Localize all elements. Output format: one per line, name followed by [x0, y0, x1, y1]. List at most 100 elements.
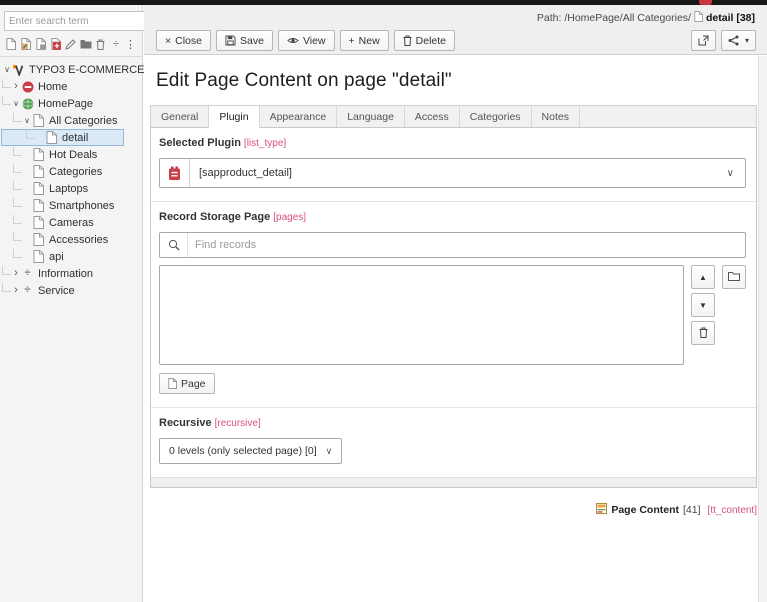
- new-mountpoint-page-icon[interactable]: [35, 37, 47, 51]
- open-in-new-window-icon: [698, 35, 709, 46]
- tree-toolbar: ÷ ⋮: [0, 33, 142, 57]
- tab-notes[interactable]: Notes: [532, 106, 580, 127]
- selected-plugin-value: [sapproduct_detail]: [190, 167, 716, 179]
- selected-plugin-select[interactable]: [sapproduct_detail] ∨: [159, 158, 746, 188]
- field-code: [pages]: [273, 212, 306, 223]
- tree-node-label: Laptops: [49, 183, 88, 195]
- tree-node-label: Smartphones: [49, 200, 114, 212]
- new-restricted-page-icon[interactable]: [50, 37, 62, 51]
- tree-node-information[interactable]: › ÷ Information: [0, 265, 124, 282]
- view-button[interactable]: View: [278, 30, 335, 51]
- tree-node-service[interactable]: › ÷ Service: [0, 282, 124, 299]
- tree-connector: [13, 215, 22, 224]
- content-element-icon: [596, 503, 607, 517]
- chevron-down-icon[interactable]: ∨: [22, 117, 32, 125]
- tree-node-laptops[interactable]: Laptops: [0, 180, 124, 197]
- tree-node-api[interactable]: api: [0, 248, 124, 265]
- page-icon: [32, 199, 45, 212]
- tree-connector: [13, 198, 22, 207]
- tab-language[interactable]: Language: [337, 106, 405, 127]
- tab-plugin[interactable]: Plugin: [209, 106, 259, 128]
- save-icon: [225, 35, 236, 46]
- move-down-button[interactable]: ▼: [691, 293, 715, 317]
- tab-access[interactable]: Access: [405, 106, 460, 127]
- chevron-down-icon: ∨: [716, 168, 745, 179]
- arrow-up-icon: ▲: [699, 273, 707, 282]
- new-button[interactable]: + New: [340, 30, 389, 51]
- add-page-button[interactable]: Page: [159, 373, 215, 394]
- tree-node-cameras[interactable]: Cameras: [0, 214, 124, 231]
- field-code: [list_type]: [244, 138, 286, 149]
- tree-node-label: Information: [38, 268, 93, 280]
- open-in-new-window-button[interactable]: [691, 30, 716, 51]
- tree-node-categories[interactable]: Categories: [0, 163, 124, 180]
- share-button[interactable]: ▾: [721, 30, 756, 51]
- tree-node-all-categories[interactable]: ∨ All Categories: [0, 112, 124, 129]
- folder-icon[interactable]: [80, 37, 92, 51]
- field-label: Record Storage Page[pages]: [159, 211, 746, 223]
- recursive-select[interactable]: 0 levels (only selected page) [0] ∨: [159, 438, 342, 464]
- doc-header: Path: /HomePage/All Categories/ detail […: [144, 5, 767, 55]
- tree-node-root[interactable]: ∨ TYPO3 E-COMMERCE: [0, 61, 124, 78]
- page-icon: [45, 131, 58, 144]
- tree-node-smartphones[interactable]: Smartphones: [0, 197, 124, 214]
- find-records-input[interactable]: [188, 239, 745, 251]
- tree-node-label: HomePage: [38, 98, 93, 110]
- browse-records-button[interactable]: [722, 265, 746, 289]
- find-records-group: [159, 232, 746, 258]
- spacer-page-icon[interactable]: ÷: [110, 37, 122, 51]
- move-up-button[interactable]: ▲: [691, 265, 715, 289]
- tab-appearance[interactable]: Appearance: [260, 106, 338, 127]
- top-bar: [0, 0, 767, 5]
- delete-icon[interactable]: [95, 37, 107, 51]
- tree-node-accessories[interactable]: Accessories: [0, 231, 124, 248]
- tree-search-row: ‹: [4, 9, 140, 33]
- new-shortcut-page-icon[interactable]: [20, 37, 32, 51]
- page-icon: [32, 216, 45, 229]
- close-button[interactable]: × Close: [156, 30, 211, 51]
- field-label: Selected Plugin[list_type]: [159, 137, 746, 149]
- chevron-down-icon[interactable]: ∨: [11, 100, 21, 108]
- panel-footer: [151, 477, 756, 487]
- tree-node-home[interactable]: › Home: [0, 78, 124, 95]
- scrollbar-gutter: [758, 56, 767, 602]
- page-icon: [32, 165, 45, 178]
- tree-connector: [2, 96, 11, 105]
- chevron-down-icon[interactable]: ∨: [2, 66, 12, 74]
- tree-connector: [13, 249, 22, 258]
- chevron-right-icon[interactable]: ›: [11, 285, 21, 296]
- site-root-icon: [21, 97, 34, 110]
- record-table-title: Page Content: [611, 504, 679, 516]
- delete-button[interactable]: Delete: [394, 30, 455, 51]
- tree-node-label: Cameras: [49, 217, 94, 229]
- tree-more-options-icon[interactable]: ⋮: [125, 38, 136, 51]
- page-icon: [32, 148, 45, 161]
- tab-general[interactable]: General: [151, 106, 209, 127]
- tree-node-detail-selected[interactable]: detail: [1, 129, 124, 146]
- spacer-page-icon: ÷: [21, 284, 34, 297]
- storage-selector-row: ▲ ▼: [159, 265, 746, 365]
- recursive-value: 0 levels (only selected page) [0]: [169, 445, 317, 457]
- tree-connector: [13, 113, 22, 122]
- search-icon: [160, 233, 188, 257]
- breadcrumb: Path: /HomePage/All Categories/ detail […: [537, 11, 755, 25]
- tab-bar: General Plugin Appearance Language Acces…: [150, 105, 757, 128]
- plus-icon: +: [349, 35, 355, 47]
- breadcrumb-path: Path: /HomePage/All Categories/: [537, 12, 691, 24]
- tab-categories[interactable]: Categories: [460, 106, 532, 127]
- page-title: Edit Page Content on page "detail": [156, 70, 758, 92]
- edit-icon[interactable]: [65, 37, 77, 51]
- tree-node-hot-deals[interactable]: Hot Deals: [0, 146, 124, 163]
- tree-node-label: TYPO3 E-COMMERCE: [29, 64, 145, 76]
- tree-connector: [2, 79, 11, 88]
- save-button[interactable]: Save: [216, 30, 273, 51]
- chevron-right-icon[interactable]: ›: [11, 268, 21, 279]
- selected-pages-listbox[interactable]: [159, 265, 684, 365]
- page-icon: [694, 11, 703, 25]
- tree-node-homepage[interactable]: ∨ HomePage: [0, 95, 124, 112]
- chevron-right-icon[interactable]: ›: [11, 81, 21, 92]
- remove-selected-button[interactable]: [691, 321, 715, 345]
- new-page-icon[interactable]: [5, 37, 17, 51]
- tree-connector: [13, 164, 22, 173]
- tree-search-input[interactable]: [4, 11, 146, 31]
